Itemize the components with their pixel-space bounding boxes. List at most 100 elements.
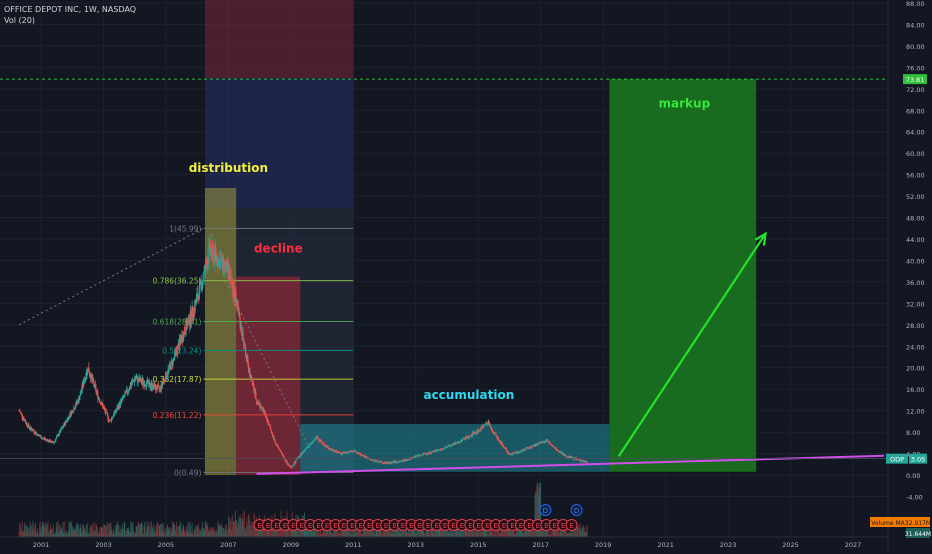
price-chart[interactable]: 1(45.99)0.786(36.25)0.618(28.61)0.5(23.2… <box>0 0 932 550</box>
candle-body <box>177 345 179 354</box>
zone-markup <box>609 79 757 472</box>
x-tick-label: 2013 <box>407 541 424 549</box>
candle-body <box>280 451 283 455</box>
candle-body <box>502 444 504 447</box>
candle-body <box>224 265 226 270</box>
target-price-label: 73.81 <box>906 76 925 84</box>
earnings-marker-label: E <box>266 522 270 530</box>
candle-body <box>295 460 297 462</box>
candle-body <box>190 319 193 322</box>
y-tick-label: 80.00 <box>906 43 925 51</box>
volume-bar <box>148 521 150 537</box>
x-tick-label: 2003 <box>95 541 112 549</box>
x-tick-label: 2021 <box>657 541 674 549</box>
earnings-marker-label: E <box>342 522 346 530</box>
dividend-marker-label: D <box>574 507 579 515</box>
earnings-marker-label: E <box>409 522 413 530</box>
candle-body <box>482 426 484 428</box>
earnings-marker-label: E <box>561 522 565 530</box>
current-price-label: 3.05 <box>911 456 925 464</box>
candle-body <box>397 462 399 464</box>
earnings-marker-label: E <box>375 522 379 530</box>
candle-body <box>135 378 137 380</box>
candle-body <box>79 396 81 400</box>
x-tick-label: 2027 <box>845 541 862 549</box>
candle-body <box>277 446 280 450</box>
fib-level-label: 0.5(23.24) <box>162 346 201 355</box>
earnings-marker-label: E <box>527 522 531 530</box>
y-tick-label: 44.00 <box>906 236 925 244</box>
y-tick-label: 0.00 <box>906 472 920 480</box>
earnings-marker-label: E <box>316 522 320 530</box>
zone-distribution <box>204 188 237 475</box>
earnings-marker-label: E <box>510 522 514 530</box>
earnings-marker-label: E <box>434 522 438 530</box>
candle-body <box>267 420 269 425</box>
fib-level-label: 0.786(36.25) <box>153 277 202 286</box>
background-band-red <box>204 0 354 78</box>
earnings-marker-label: E <box>485 522 489 530</box>
earnings-marker-label: E <box>502 522 506 530</box>
earnings-marker-label: E <box>544 522 548 530</box>
earnings-marker-label: E <box>468 522 472 530</box>
y-tick-label: 16.00 <box>906 386 925 394</box>
volume-ma-label: Volume MA <box>871 520 905 527</box>
symbol-title[interactable]: OFFICE DEPOT INC, 1W, NASDAQ <box>4 4 136 15</box>
earnings-marker-label: E <box>384 522 388 530</box>
zone-decline <box>236 276 301 475</box>
candle-body <box>273 435 275 440</box>
earnings-marker-label: E <box>569 522 573 530</box>
zone-label-decline: decline <box>254 241 303 255</box>
volume-secondary-value: 31.644M <box>905 531 931 538</box>
fib-level-label: 0.382(17.87) <box>153 375 202 384</box>
candle-body <box>156 384 158 390</box>
candle-body <box>186 322 188 329</box>
candle-body <box>128 389 130 391</box>
candle-body <box>547 439 549 441</box>
earnings-marker-label: E <box>477 522 481 530</box>
earnings-marker-label: E <box>401 522 405 530</box>
y-tick-label: 20.00 <box>906 365 925 373</box>
candle-body <box>79 391 81 397</box>
candle-body <box>288 463 290 466</box>
candle-body <box>274 439 276 443</box>
volume-bar <box>586 525 588 537</box>
x-tick-label: 2001 <box>33 541 50 549</box>
candle-body <box>580 460 582 462</box>
earnings-marker-label: E <box>274 522 278 530</box>
fib-level-label: 0.236(11.22) <box>153 411 202 420</box>
earnings-marker-label: E <box>367 522 371 530</box>
y-tick-label: 24.00 <box>906 343 925 351</box>
x-tick-label: 2011 <box>345 541 362 549</box>
x-tick-label: 2009 <box>283 541 300 549</box>
chart-root[interactable]: 1(45.99) 0.786(36.25) 0.618(28.61) 0.5(23.2… <box>0 0 932 550</box>
earnings-marker-label: E <box>553 522 557 530</box>
x-tick-label: 2007 <box>220 541 237 549</box>
candle-body <box>495 433 497 436</box>
volume-ma-value: 32.917M <box>905 520 931 527</box>
earnings-marker-label: E <box>300 522 304 530</box>
earnings-marker-label: E <box>418 522 422 530</box>
zone-label-accumulation: accumulation <box>423 388 514 402</box>
y-tick-label: 88.00 <box>906 0 925 8</box>
symbol-label: ODP <box>890 456 904 464</box>
candle-body <box>532 446 534 448</box>
y-tick-label: 84.00 <box>906 21 925 29</box>
zone-label-markup: markup <box>659 97 711 111</box>
candle-body <box>435 450 438 452</box>
x-tick-label: 2025 <box>782 541 799 549</box>
y-tick-label: 40.00 <box>906 257 925 265</box>
candle-body <box>255 391 257 399</box>
y-tick-label: 36.00 <box>906 279 925 287</box>
y-tick-label: 60.00 <box>906 150 925 158</box>
x-tick-label: 2019 <box>595 541 612 549</box>
volume-indicator-title[interactable]: Vol (20) <box>4 15 136 26</box>
candle-body <box>270 427 272 431</box>
earnings-marker-label: E <box>392 522 396 530</box>
y-tick-label: 48.00 <box>906 215 925 223</box>
y-tick-label: 28.00 <box>906 322 925 330</box>
x-tick-label: 2005 <box>158 541 175 549</box>
y-tick-label: 68.00 <box>906 107 925 115</box>
earnings-marker-label: E <box>325 522 329 530</box>
x-tick-label: 2023 <box>720 541 737 549</box>
